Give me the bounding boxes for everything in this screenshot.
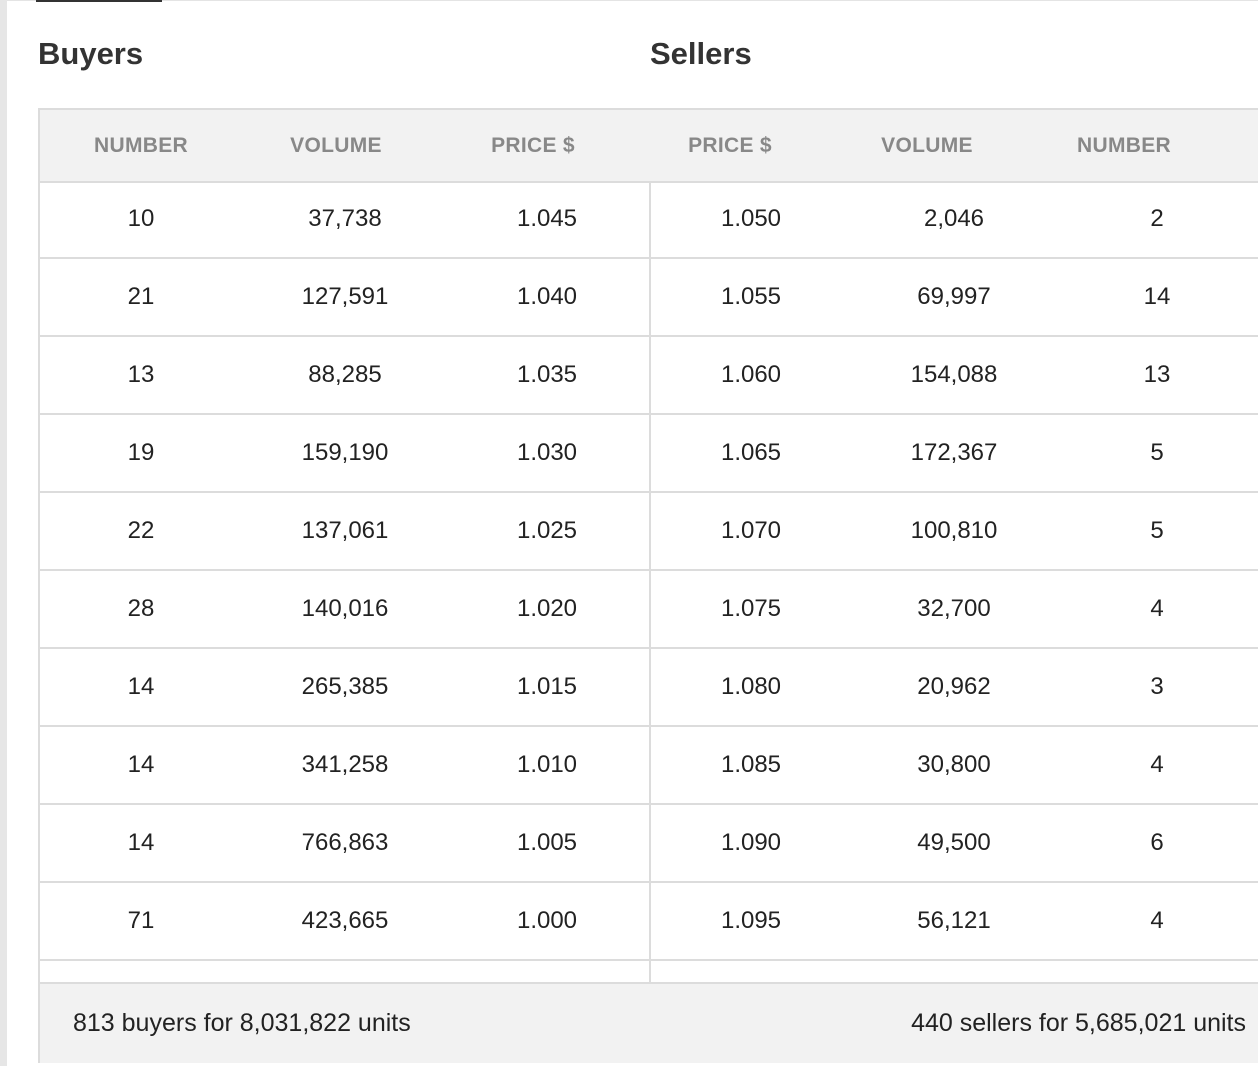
sell-number-cell: 6 <box>1150 829 1164 856</box>
buy-number-cell: 19 <box>127 439 155 466</box>
sellers-title: Sellers <box>650 36 752 71</box>
table-row: 13 88,285 1.035 1.060 154,088 13 <box>40 337 1258 415</box>
sell-price-cell: 1.065 <box>720 439 782 466</box>
table-row: 14 341,258 1.010 1.085 30,800 4 <box>40 727 1258 805</box>
buy-volume-cell: 159,190 <box>301 439 389 466</box>
sell-volume-cell: 100,810 <box>910 517 998 544</box>
sell-number-cell: 13 <box>1143 361 1171 388</box>
buy-price-cell: 1.040 <box>516 283 578 310</box>
sell-price-cell: 1.060 <box>720 361 782 388</box>
buy-price-cell: 1.025 <box>516 517 578 544</box>
buy-volume-cell: 341,258 <box>301 751 389 778</box>
buy-volume-cell: 766,863 <box>301 829 389 856</box>
sell-volume-cell: 20,962 <box>917 673 991 700</box>
column-header-buy-price: PRICE $ <box>491 134 575 157</box>
sell-volume-cell: 32,700 <box>917 595 991 622</box>
buy-volume-cell: 423,665 <box>301 907 389 934</box>
sell-number-cell: 4 <box>1150 751 1164 778</box>
buy-number-cell: 14 <box>127 829 155 856</box>
column-header-sell-volume: VOLUME <box>881 134 973 157</box>
buy-number-cell: 28 <box>127 595 155 622</box>
table-row: 19 159,190 1.030 1.065 172,367 5 <box>40 415 1258 493</box>
buy-price-cell: 1.010 <box>516 751 578 778</box>
buy-price-cell: 1.020 <box>516 595 578 622</box>
sell-price-cell: 1.055 <box>720 283 782 310</box>
buy-number-cell: 22 <box>127 517 155 544</box>
buy-price-cell: 1.000 <box>516 907 578 934</box>
buy-number-cell: 71 <box>127 907 155 934</box>
sell-number-cell: 4 <box>1150 907 1164 934</box>
table-row: 14 265,385 1.015 1.080 20,962 3 <box>40 649 1258 727</box>
table-row: 71 423,665 1.000 1.095 56,121 4 <box>40 883 1258 961</box>
sellers-summary: 440 sellers for 5,685,021 units <box>911 1009 1246 1037</box>
sell-price-cell: 1.090 <box>720 829 782 856</box>
column-header-sell-number: NUMBER <box>1077 134 1171 157</box>
buy-volume-cell: 265,385 <box>301 673 389 700</box>
buy-price-cell: 1.045 <box>516 205 578 232</box>
market-depth-page: Buyers Sellers NUMBER VOLUME PRICE $ PRI… <box>0 0 1258 1066</box>
sell-number-cell: 4 <box>1150 595 1164 622</box>
sell-volume-cell: 2,046 <box>923 205 985 232</box>
buy-number-cell: 13 <box>127 361 155 388</box>
buy-price-cell: 1.015 <box>516 673 578 700</box>
sell-volume-cell: 30,800 <box>917 751 991 778</box>
buyers-summary: 813 buyers for 8,031,822 units <box>73 1009 411 1037</box>
buy-number-cell: 14 <box>127 673 155 700</box>
sell-price-cell: 1.075 <box>720 595 782 622</box>
table-row: 22 137,061 1.025 1.070 100,810 5 <box>40 493 1258 571</box>
active-tab-indicator <box>36 0 162 2</box>
column-header-buy-number: NUMBER <box>94 134 188 157</box>
buy-number-cell: 10 <box>127 205 155 232</box>
sell-volume-cell: 69,997 <box>917 283 991 310</box>
buy-number-cell: 21 <box>127 283 155 310</box>
sell-number-cell: 2 <box>1150 205 1164 232</box>
sell-number-cell: 14 <box>1143 283 1171 310</box>
sell-price-cell: 1.050 <box>720 205 782 232</box>
sell-number-cell: 3 <box>1150 673 1164 700</box>
table-row: 28 140,016 1.020 1.075 32,700 4 <box>40 571 1258 649</box>
buy-volume-cell: 127,591 <box>301 283 389 310</box>
sell-number-cell: 5 <box>1150 517 1164 544</box>
table-row: 14 766,863 1.005 1.090 49,500 6 <box>40 805 1258 883</box>
column-header-sell-price: PRICE $ <box>688 134 772 157</box>
sell-volume-cell: 56,121 <box>917 907 991 934</box>
sell-price-cell: 1.095 <box>720 907 782 934</box>
column-header-buy-volume: VOLUME <box>290 134 382 157</box>
buy-volume-cell: 137,061 <box>301 517 389 544</box>
table-row: 21 127,591 1.040 1.055 69,997 14 <box>40 259 1258 337</box>
buyers-title: Buyers <box>38 36 144 71</box>
order-book-summary: 813 buyers for 8,031,822 units 440 selle… <box>40 982 1258 1063</box>
sell-volume-cell: 154,088 <box>910 361 998 388</box>
table-row: 10 37,738 1.045 1.050 2,046 2 <box>40 181 1258 259</box>
buy-volume-cell: 140,016 <box>301 595 389 622</box>
table-header: NUMBER VOLUME PRICE $ PRICE $ VOLUME NUM… <box>40 110 1258 183</box>
sell-price-cell: 1.085 <box>720 751 782 778</box>
sell-number-cell: 5 <box>1150 439 1164 466</box>
buy-price-cell: 1.035 <box>516 361 578 388</box>
buy-number-cell: 14 <box>127 751 155 778</box>
buy-price-cell: 1.030 <box>516 439 578 466</box>
buy-volume-cell: 88,285 <box>308 361 382 388</box>
buy-volume-cell: 37,738 <box>308 205 382 232</box>
order-book-table: NUMBER VOLUME PRICE $ PRICE $ VOLUME NUM… <box>38 108 1258 1063</box>
row-divider <box>40 959 1258 961</box>
sell-price-cell: 1.070 <box>720 517 782 544</box>
sell-volume-cell: 49,500 <box>917 829 991 856</box>
sell-volume-cell: 172,367 <box>910 439 998 466</box>
sell-price-cell: 1.080 <box>720 673 782 700</box>
buy-price-cell: 1.005 <box>516 829 578 856</box>
top-divider <box>7 0 1258 1</box>
